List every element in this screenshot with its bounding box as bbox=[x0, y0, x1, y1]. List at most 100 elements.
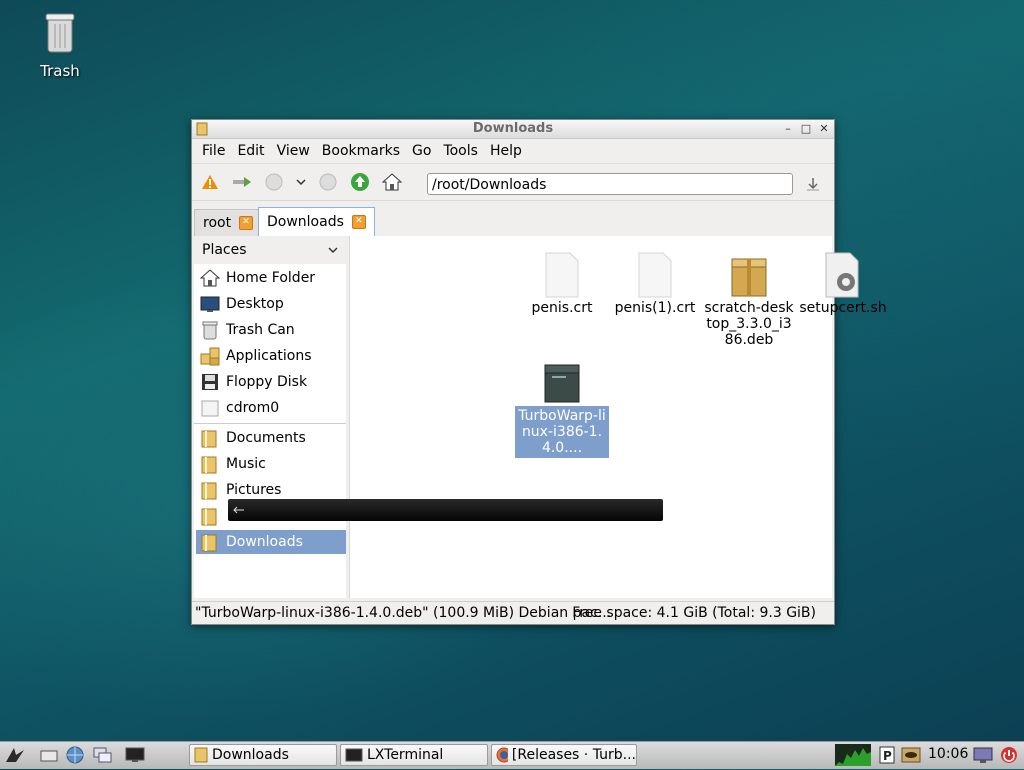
browser-launcher[interactable] bbox=[64, 745, 86, 765]
minimize-button[interactable]: – bbox=[782, 122, 794, 135]
package-icon bbox=[731, 258, 767, 297]
menu-bookmarks[interactable]: Bookmarks bbox=[316, 143, 406, 159]
keyboard-applet[interactable] bbox=[900, 745, 922, 765]
cpu-graph-icon bbox=[835, 748, 871, 766]
sidebar-item-desktop[interactable]: Desktop bbox=[196, 292, 346, 316]
document-icon bbox=[638, 252, 672, 298]
sidebar-item-downloads[interactable]: Downloads bbox=[196, 530, 346, 554]
folder-icon bbox=[201, 534, 217, 552]
clock[interactable]: 10:06 bbox=[928, 746, 968, 762]
file-manager-window: Downloads – □ ✕ File Edit View Bookmarks… bbox=[191, 119, 887, 625]
sidebar-item-music[interactable]: Music bbox=[196, 452, 346, 476]
file-item[interactable]: setupcert.sh bbox=[796, 246, 890, 316]
task-label: Downloads bbox=[212, 747, 289, 763]
back-button[interactable] bbox=[260, 168, 288, 196]
terminal-icon bbox=[345, 748, 363, 762]
file-item[interactable]: scratch-desktop_3.3.0_i386.deb bbox=[702, 246, 796, 348]
title-bar[interactable]: Downloads – □ ✕ bbox=[192, 120, 834, 139]
folder-icon bbox=[201, 508, 217, 526]
sidebar-item-label: Trash Can bbox=[226, 322, 295, 338]
forward-icon bbox=[319, 173, 337, 191]
file-name: TurboWarp-linux-i386-1.4.0.... bbox=[515, 406, 609, 458]
globe-icon bbox=[66, 746, 84, 764]
status-bar: "TurboWarp-linux-i386-1.4.0.deb" (100.9 … bbox=[192, 601, 834, 624]
menu-edit[interactable]: Edit bbox=[231, 143, 270, 159]
sidebar-item-label: cdrom0 bbox=[226, 400, 280, 416]
task-lxterminal[interactable]: LXTerminal bbox=[340, 744, 488, 766]
menu-tools[interactable]: Tools bbox=[437, 143, 484, 159]
folder-icon bbox=[40, 750, 58, 762]
go-button[interactable] bbox=[804, 176, 822, 198]
close-icon[interactable]: ✕ bbox=[351, 215, 366, 229]
location-input[interactable]: /root/Downloads bbox=[427, 173, 793, 195]
file-item-selected[interactable]: TurboWarp-linux-i386-1.4.0.... bbox=[515, 352, 609, 458]
status-free-space: Free space: 4.1 GiB (Total: 9.3 GiB) bbox=[572, 605, 816, 621]
go-icon bbox=[807, 178, 819, 191]
side-pane: Places Home Folder Desktop Trash Can App… bbox=[194, 236, 346, 598]
close-icon[interactable]: ✕ bbox=[239, 216, 254, 230]
menu-file[interactable]: File bbox=[196, 143, 231, 159]
task-downloads[interactable]: Downloads bbox=[189, 744, 337, 766]
tab-label: Downloads bbox=[267, 214, 344, 230]
close-button[interactable]: ✕ bbox=[818, 122, 830, 135]
document-icon bbox=[545, 252, 579, 298]
maximize-button[interactable]: □ bbox=[800, 122, 812, 135]
tab-downloads[interactable]: Downloads ✕ bbox=[258, 207, 375, 236]
sidebar-item-label: Floppy Disk bbox=[226, 374, 308, 390]
sidebar-item-label: Music bbox=[226, 456, 266, 472]
warning-icon bbox=[202, 175, 218, 189]
show-desktop-button[interactable] bbox=[124, 745, 146, 765]
trash-icon bbox=[202, 321, 218, 340]
desktop-trash[interactable]: Trash bbox=[28, 8, 92, 80]
home-button[interactable] bbox=[378, 168, 406, 196]
window-switcher[interactable] bbox=[92, 745, 114, 765]
sidebar-item-home[interactable]: Home Folder bbox=[196, 266, 346, 290]
places-label: Places bbox=[202, 242, 247, 258]
chevron-down-icon bbox=[296, 179, 306, 186]
monitor-icon bbox=[973, 747, 993, 763]
back-icon bbox=[265, 173, 283, 191]
up-button[interactable] bbox=[346, 168, 374, 196]
sidebar-item-applications[interactable]: Applications bbox=[196, 344, 346, 368]
sidebar-item-trash[interactable]: Trash Can bbox=[196, 318, 346, 342]
overlay-bar bbox=[228, 499, 663, 521]
task-label: [Releases · Turb... bbox=[511, 747, 636, 763]
sidebar-item-label: Pictures bbox=[226, 482, 282, 498]
sidebar-item-floppy[interactable]: Floppy Disk bbox=[196, 370, 346, 394]
sidebar-item-label: Applications bbox=[226, 348, 312, 364]
sidebar-item-documents[interactable]: Documents bbox=[196, 426, 346, 450]
file-manager-launcher[interactable] bbox=[38, 745, 60, 765]
places-header[interactable]: Places bbox=[194, 236, 346, 264]
tab-bar: root ✕ Downloads ✕ bbox=[192, 205, 834, 236]
warning-button[interactable] bbox=[196, 168, 224, 196]
new-tab-button[interactable] bbox=[228, 168, 256, 196]
sidebar-item-label: Home Folder bbox=[226, 270, 316, 286]
power-icon bbox=[1001, 747, 1017, 763]
home-icon bbox=[382, 173, 402, 191]
applications-icon bbox=[200, 347, 220, 366]
desktop-icon bbox=[200, 296, 220, 312]
p-applet[interactable]: P bbox=[876, 745, 898, 765]
history-dropdown[interactable] bbox=[292, 168, 310, 196]
forward-button[interactable] bbox=[314, 168, 342, 196]
file-item[interactable]: penis(1).crt bbox=[608, 246, 702, 316]
start-menu-button[interactable] bbox=[4, 745, 26, 765]
tab-root[interactable]: root ✕ bbox=[194, 209, 263, 236]
floppy-icon bbox=[202, 374, 218, 390]
menu-view[interactable]: View bbox=[271, 143, 316, 159]
menu-help[interactable]: Help bbox=[484, 143, 528, 159]
file-item[interactable]: penis.crt bbox=[515, 246, 609, 316]
sidebar-item-cdrom[interactable]: cdrom0 bbox=[196, 396, 346, 420]
sidebar-item-label: Downloads bbox=[226, 534, 303, 550]
arrow-left-icon bbox=[233, 506, 244, 514]
file-view[interactable]: penis.crt penis(1).crt scratch-desktop_3… bbox=[349, 236, 887, 598]
menu-go[interactable]: Go bbox=[406, 143, 437, 159]
menu-bar: File Edit View Bookmarks Go Tools Help bbox=[192, 139, 834, 164]
chevron-down-icon bbox=[328, 247, 338, 254]
windows-icon bbox=[93, 747, 112, 763]
screen-lock-button[interactable] bbox=[972, 745, 994, 765]
task-browser[interactable]: [Releases · Turb... bbox=[491, 744, 637, 766]
logout-button[interactable] bbox=[998, 745, 1020, 765]
file-name: setupcert.sh bbox=[799, 300, 887, 316]
trash-icon bbox=[45, 13, 75, 53]
